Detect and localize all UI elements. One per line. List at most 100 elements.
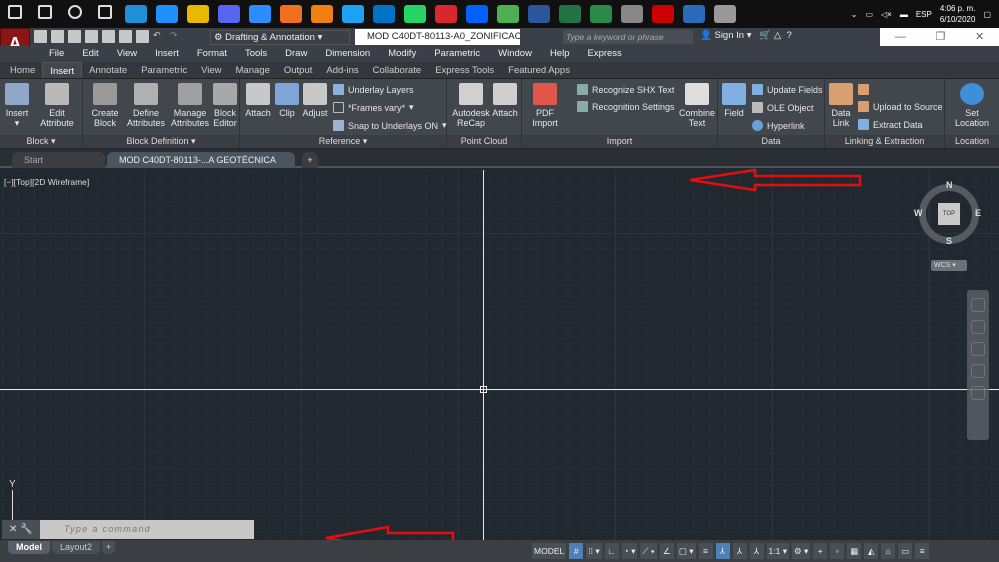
search-icon[interactable] (38, 5, 52, 19)
lineweight-icon[interactable]: ≡ (698, 543, 713, 559)
panel-label[interactable]: Block Definition ▾ (83, 135, 239, 148)
upload-to-source-button[interactable]: Upload to Source (858, 101, 943, 112)
menu-view[interactable]: View (108, 46, 146, 62)
polar-tracking-icon[interactable]: ◔ ▾ (621, 543, 638, 559)
tab-add-ins[interactable]: Add-ins (319, 62, 365, 78)
tab-annotate[interactable]: Annotate (82, 62, 134, 78)
menu-format[interactable]: Format (188, 46, 236, 62)
menu-express[interactable]: Express (578, 46, 630, 62)
autocad-icon[interactable] (651, 5, 674, 23)
menu-dimension[interactable]: Dimension (316, 46, 379, 62)
block-editor-button[interactable]: Block Editor (211, 83, 239, 128)
clock[interactable]: 4:06 p. m. 6/10/2020 (940, 3, 976, 25)
pan-icon[interactable] (971, 320, 985, 334)
dropbox-icon[interactable] (465, 5, 488, 23)
word-icon[interactable] (527, 5, 550, 23)
autodesk-icon[interactable]: △ (774, 30, 781, 41)
object-snap-tracking-icon[interactable]: ∠ (659, 543, 674, 559)
create-block-button[interactable]: Create Block (87, 83, 123, 128)
panel-label[interactable]: Location (945, 135, 999, 148)
recognition-settings-button[interactable]: Recognition Settings (577, 101, 675, 112)
tab-manage[interactable]: Manage (229, 62, 277, 78)
excel-icon[interactable] (558, 5, 581, 23)
menu-help[interactable]: Help (541, 46, 579, 62)
insert-button[interactable]: Insert ▾ (3, 83, 31, 128)
tab-collaborate[interactable]: Collaborate (366, 62, 429, 78)
combine-text-button[interactable]: Combine Text (677, 83, 717, 128)
menu-tools[interactable]: Tools (236, 46, 276, 62)
chevron-up-icon[interactable]: ⌄ (851, 10, 858, 19)
object-snap-icon[interactable]: ▢ ▾ (676, 543, 696, 559)
app-gray-icon[interactable] (620, 5, 643, 23)
update-fields-button[interactable]: Update Fields (752, 84, 823, 95)
autodesk-recap-button[interactable]: Autodesk ReCap (452, 83, 490, 128)
data-link-button[interactable]: Data Link (828, 83, 854, 128)
menu-modify[interactable]: Modify (379, 46, 425, 62)
sign-in-button[interactable]: 👤 Sign In ▾ 🛒 △ ? (700, 30, 792, 41)
recognize-shx-button[interactable]: Recognize SHX Text (577, 84, 674, 95)
minimize-icon[interactable]: — (895, 28, 906, 46)
pdf-import-button[interactable]: PDF Import (528, 83, 562, 128)
tab-home[interactable]: Home (3, 62, 42, 78)
battery-icon[interactable]: ▬ (900, 10, 908, 19)
menu-insert[interactable]: Insert (146, 46, 188, 62)
orbit-icon[interactable] (971, 364, 985, 378)
scale-dropdown[interactable]: 1:1 ▾ (766, 543, 789, 559)
attach-button[interactable]: Attach (243, 83, 273, 118)
open-web-icon[interactable] (102, 30, 115, 43)
panel-label[interactable]: Data (718, 135, 824, 148)
adjust-button[interactable]: Adjust (301, 83, 329, 118)
vlc-icon[interactable] (310, 5, 333, 23)
close-command-icon[interactable]: ✕ (9, 524, 17, 535)
manage-attributes-button[interactable]: Manage Attributes (169, 83, 211, 128)
download-from-source-button[interactable] (858, 84, 869, 95)
underlay-layers-button[interactable]: Underlay Layers (333, 84, 414, 95)
open-icon[interactable] (51, 30, 64, 43)
close-icon[interactable]: ✕ (975, 28, 984, 46)
units-icon[interactable]: ▫ (830, 543, 845, 559)
panel-label[interactable]: Import (522, 135, 717, 148)
panel-label[interactable]: Linking & Extraction (825, 135, 944, 148)
edit-attribute-button[interactable]: Edit Attribute (36, 83, 78, 128)
outlook-icon[interactable] (372, 5, 395, 23)
print-icon[interactable] (136, 30, 149, 43)
tab-featured-apps[interactable]: Featured Apps (501, 62, 577, 78)
cart-icon[interactable]: 🛒 (759, 30, 771, 41)
model-space-button[interactable]: MODEL (532, 543, 567, 559)
new-icon[interactable] (34, 30, 47, 43)
edge-icon[interactable] (155, 5, 178, 23)
extract-data-button[interactable]: Extract Data (858, 119, 923, 130)
ole-object-button[interactable]: OLE Object (752, 102, 814, 113)
tab-layout2[interactable]: Layout2 (52, 541, 101, 554)
viewport-controls[interactable]: [−][Top][2D Wireframe] (4, 177, 89, 187)
field-button[interactable]: Field (721, 83, 747, 118)
task-view-icon[interactable] (98, 5, 112, 19)
steering-wheel-icon[interactable] (971, 298, 985, 312)
network-icon[interactable]: ▭ (865, 10, 873, 19)
annotation-scale-icon[interactable]: ⅄ (749, 543, 764, 559)
discord-icon[interactable] (217, 5, 240, 23)
compass-east[interactable]: E (975, 208, 981, 218)
language-indicator[interactable]: ESP (916, 10, 932, 19)
annotation-monitor-icon[interactable]: + (813, 543, 828, 559)
menu-parametric[interactable]: Parametric (425, 46, 489, 62)
new-tab-button[interactable]: + (302, 152, 318, 168)
mega-icon[interactable] (434, 5, 457, 23)
store-icon[interactable] (124, 5, 147, 23)
compass-south[interactable]: S (946, 236, 952, 246)
save-web-icon[interactable] (119, 30, 132, 43)
drawing-canvas[interactable] (0, 170, 999, 540)
point-cloud-attach-button[interactable]: Attach (490, 83, 520, 118)
define-attributes-button[interactable]: Define Attributes (125, 83, 167, 128)
hyperlink-button[interactable]: Hyperlink (752, 120, 805, 131)
showmotion-icon[interactable] (971, 386, 985, 400)
cortana-icon[interactable] (68, 5, 82, 19)
workspace-dropdown[interactable]: ⚙ Drafting & Annotation ▾ (210, 30, 350, 45)
files-icon[interactable] (186, 5, 209, 23)
set-location-button[interactable]: Set Location (951, 83, 993, 128)
undo-icon[interactable]: ↶ (153, 30, 166, 43)
command-input[interactable]: Type a command (40, 520, 254, 539)
menu-window[interactable]: Window (489, 46, 541, 62)
save-icon[interactable] (68, 30, 81, 43)
tab-model[interactable]: Model (8, 541, 50, 554)
